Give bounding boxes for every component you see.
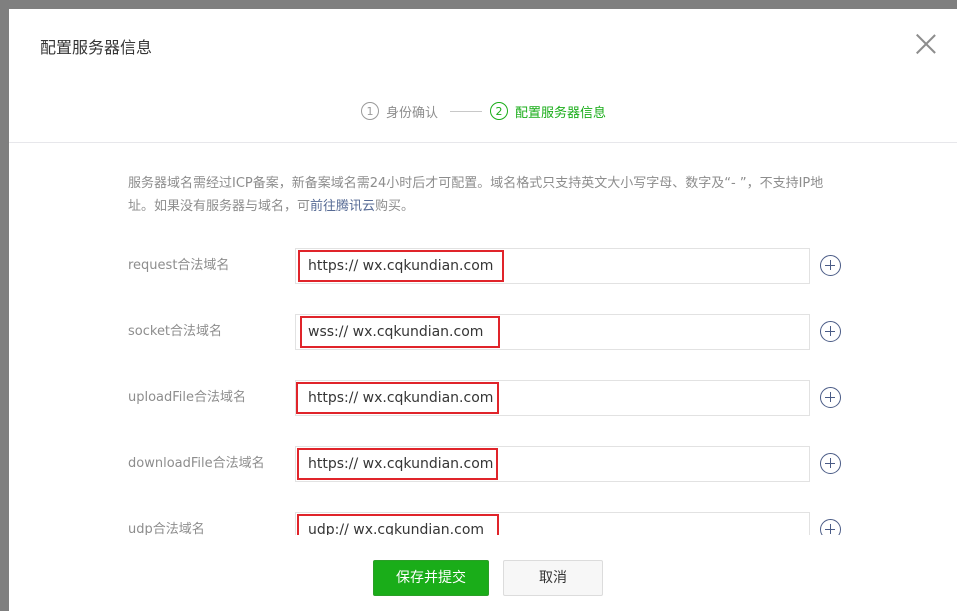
close-icon[interactable] [915,33,937,55]
step-indicator: 1 身份确认 2 配置服务器信息 [361,100,606,122]
add-uploadfile-domain-icon[interactable] [820,387,841,408]
add-udp-domain-icon[interactable] [820,519,841,535]
dialog-title: 配置服务器信息 [40,38,153,57]
config-server-dialog: 配置服务器信息 1 身份确认 2 配置服务器信息 服务器域名需经过ICP备案，新… [9,9,957,611]
add-request-domain-icon[interactable] [820,255,841,276]
highlight-box [296,382,499,414]
tencent-cloud-link[interactable]: 前往腾讯云 [310,199,375,214]
step-label-2: 配置服务器信息 [515,105,607,121]
step-label-1: 身份确认 [386,105,439,121]
downloadfile-domain-row: downloadFile合法域名 https:// wx.cqkundian.c… [9,446,957,482]
socket-domain-label: socket合法域名 [128,324,223,339]
uploadfile-domain-label: uploadFile合法域名 [128,390,247,405]
step-number-1: 1 [361,102,379,120]
step-identity-confirm: 1 身份确认 [361,102,438,121]
step-configure-server: 2 配置服务器信息 [490,102,606,121]
request-domain-row: request合法域名 https:// wx.cqkundian.com [9,248,957,284]
highlight-box [300,316,500,348]
dialog-footer: 保存并提交 取消 [9,535,957,611]
request-domain-label: request合法域名 [128,258,230,273]
dialog-header: 配置服务器信息 1 身份确认 2 配置服务器信息 [9,9,957,143]
udp-domain-row: udp合法域名 udp:// wx.cqkundian.com [9,512,957,535]
downloadfile-domain-label: downloadFile合法域名 [128,456,265,471]
uploadfile-domain-row: uploadFile合法域名 https:// wx.cqkundian.com [9,380,957,416]
highlight-box [297,448,498,480]
step-divider [450,110,483,112]
highlight-box [297,514,499,535]
domain-notice: 服务器域名需经过ICP备案，新备案域名需24小时后才可配置。域名格式只支持英文大… [128,172,848,218]
add-socket-domain-icon[interactable] [820,321,841,342]
cancel-button[interactable]: 取消 [503,560,603,596]
step-number-2: 2 [490,102,509,120]
socket-domain-row: socket合法域名 wss:// wx.cqkundian.com [9,314,957,350]
notice-text: 服务器域名需经过ICP备案，新备案域名需24小时后才可配置。域名格式只支持英文大… [128,176,824,214]
domain-form[interactable]: request合法域名 https:// wx.cqkundian.com so… [9,239,957,535]
save-submit-button[interactable]: 保存并提交 [373,560,489,596]
highlight-box [298,250,504,282]
notice-text-end: 购买。 [375,199,415,214]
add-downloadfile-domain-icon[interactable] [820,453,841,474]
udp-domain-label: udp合法域名 [128,522,205,535]
